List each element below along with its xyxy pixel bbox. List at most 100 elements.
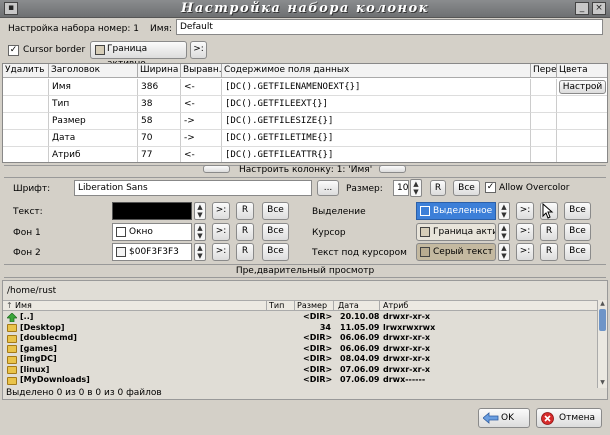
- content-cell[interactable]: [DC().GETFILESIZE{}]: [222, 113, 531, 130]
- text-color-dropdown[interactable]: ▲ ▼: [194, 202, 206, 220]
- scroll-up-icon[interactable]: ▲: [598, 300, 607, 308]
- list-item[interactable]: [linux] <DIR> 07.06.09 drwxr-xr-x: [3, 365, 597, 376]
- file-header-attr[interactable]: Атриб: [383, 301, 408, 311]
- bg1-color-select[interactable]: Окно: [112, 223, 192, 241]
- border-active-color-button[interactable]: Граница активно: [90, 41, 187, 69]
- selection-color-all-button[interactable]: Все: [564, 202, 591, 220]
- list-item[interactable]: [games] <DIR> 06.06.09 drwxr-xr-x: [3, 344, 597, 355]
- bg2-color-r-button[interactable]: R: [236, 243, 254, 261]
- cursor-color-r-button[interactable]: R: [540, 223, 558, 241]
- table-row[interactable]: Атриб 77 <- [DC().GETFILEATTR{}]: [3, 147, 607, 162]
- cursor-color-dropdown[interactable]: ▲ ▼: [498, 223, 510, 241]
- content-cell[interactable]: [DC().GETFILEEXT{}]: [222, 96, 531, 113]
- font-all-button[interactable]: Все: [453, 180, 480, 196]
- ok-button[interactable]: OK: [478, 408, 530, 428]
- cursor-text-color-arrow-button[interactable]: >:: [516, 243, 534, 261]
- delete-cell[interactable]: [3, 96, 49, 113]
- override-cell[interactable]: [531, 130, 557, 147]
- align-cell[interactable]: ->: [181, 130, 222, 147]
- delete-cell[interactable]: [3, 147, 49, 162]
- width-cell[interactable]: 38: [138, 96, 181, 113]
- width-cell[interactable]: 58: [138, 113, 181, 130]
- cursor-color-all-button[interactable]: Все: [564, 223, 591, 241]
- width-cell[interactable]: 77: [138, 147, 181, 162]
- table-row[interactable]: Дата 70 -> [DC().GETFILETIME{}]: [3, 130, 607, 147]
- cancel-button[interactable]: Отмена: [536, 408, 602, 428]
- list-item[interactable]: [imgDC] <DIR> 08.04.09 drwxr-xr-x: [3, 354, 597, 365]
- override-cell[interactable]: [531, 79, 557, 96]
- colors-cell[interactable]: [557, 96, 607, 113]
- cursor-text-color-all-button[interactable]: Все: [564, 243, 591, 261]
- bg2-color-select[interactable]: $00F3F3F3: [112, 243, 192, 261]
- bg1-color-arrow-button[interactable]: >:: [212, 223, 230, 241]
- file-header-size[interactable]: Размер: [297, 301, 327, 311]
- delete-cell[interactable]: [3, 79, 49, 96]
- colors-cell[interactable]: [557, 147, 607, 162]
- table-row[interactable]: Имя 386 <- [DC().GETFILENAMENOEXT{}] Нас…: [3, 79, 607, 96]
- content-cell[interactable]: [DC().GETFILEATTR{}]: [222, 147, 531, 162]
- bg2-color-dropdown[interactable]: ▲ ▼: [194, 243, 206, 261]
- width-cell[interactable]: 386: [138, 79, 181, 96]
- minimize-icon[interactable]: _: [575, 2, 589, 15]
- scroll-down-icon[interactable]: ▼: [598, 379, 607, 387]
- font-size-spinner[interactable]: ▲ ▼: [410, 179, 422, 197]
- content-cell[interactable]: [DC().GETFILENAMENOEXT{}]: [222, 79, 531, 96]
- column-settings-button[interactable]: Настрой: [559, 80, 606, 94]
- font-browse-button[interactable]: ...: [317, 180, 339, 196]
- delete-cell[interactable]: [3, 130, 49, 147]
- cursor-text-color-select[interactable]: Серый текст: [416, 243, 496, 261]
- vertical-scrollbar[interactable]: ▲ ▼: [597, 300, 607, 388]
- list-item[interactable]: [..] <DIR> 20.10.08 drwxr-xr-x: [3, 312, 597, 323]
- close-icon[interactable]: ×: [592, 2, 606, 15]
- file-header-date[interactable]: Дата: [338, 301, 359, 311]
- font-size-field[interactable]: 10: [393, 180, 409, 196]
- list-item[interactable]: [doublecmd] <DIR> 06.06.09 drwxr-xr-x: [3, 333, 597, 344]
- scroll-thumb[interactable]: [599, 309, 606, 331]
- font-field[interactable]: Liberation Sans: [74, 180, 312, 196]
- name-field[interactable]: Default: [176, 19, 603, 35]
- window-menu-icon[interactable]: ▪: [4, 2, 18, 15]
- bg2-color-arrow-button[interactable]: >:: [212, 243, 230, 261]
- selection-color-select[interactable]: Выделенное: [416, 202, 496, 220]
- bg2-color-all-button[interactable]: Все: [262, 243, 289, 261]
- width-cell[interactable]: 70: [138, 130, 181, 147]
- cursor-border-checkbox[interactable]: ✓: [8, 45, 19, 56]
- selection-color-arrow-button[interactable]: >:: [516, 202, 534, 220]
- file-header-type[interactable]: Тип: [269, 301, 284, 311]
- bg1-color-r-button[interactable]: R: [236, 223, 254, 241]
- table-row[interactable]: Размер 58 -> [DC().GETFILESIZE{}]: [3, 113, 607, 130]
- cursor-color-arrow-button[interactable]: >:: [516, 223, 534, 241]
- delete-cell[interactable]: [3, 113, 49, 130]
- title-cell[interactable]: Атриб: [49, 147, 138, 162]
- bg1-color-all-button[interactable]: Все: [262, 223, 289, 241]
- text-color-arrow-button[interactable]: >:: [212, 202, 230, 220]
- colors-cell[interactable]: [557, 130, 607, 147]
- text-color-all-button[interactable]: Все: [262, 202, 289, 220]
- title-cell[interactable]: Дата: [49, 130, 138, 147]
- table-row[interactable]: Тип 38 <- [DC().GETFILEEXT{}]: [3, 96, 607, 113]
- collapse-left-handle[interactable]: [203, 165, 230, 173]
- cursor-color-select[interactable]: Граница активно: [416, 223, 496, 241]
- title-cell[interactable]: Тип: [49, 96, 138, 113]
- file-header-name[interactable]: Имя: [15, 301, 32, 311]
- list-item[interactable]: [MyDownloads] <DIR> 07.06.09 drwx------: [3, 375, 597, 386]
- bg1-color-dropdown[interactable]: ▲ ▼: [194, 223, 206, 241]
- text-color-select[interactable]: [112, 202, 192, 220]
- align-cell[interactable]: ->: [181, 113, 222, 130]
- selection-color-dropdown[interactable]: ▲ ▼: [498, 202, 510, 220]
- allow-overcolor-checkbox[interactable]: ✓: [485, 182, 496, 193]
- list-item[interactable]: [Desktop] 34 11.05.09 lrwxrwxrwx: [3, 323, 597, 334]
- override-cell[interactable]: [531, 113, 557, 130]
- align-cell[interactable]: <-: [181, 147, 222, 162]
- align-cell[interactable]: <-: [181, 79, 222, 96]
- cursor-text-color-dropdown[interactable]: ▲ ▼: [498, 243, 510, 261]
- text-color-r-button[interactable]: R: [236, 202, 254, 220]
- font-r-button[interactable]: R: [430, 180, 446, 196]
- colors-cell[interactable]: [557, 113, 607, 130]
- override-cell[interactable]: [531, 96, 557, 113]
- title-cell[interactable]: Имя: [49, 79, 138, 96]
- align-cell[interactable]: <-: [181, 96, 222, 113]
- cursor-text-color-r-button[interactable]: R: [540, 243, 558, 261]
- border-arrow-button[interactable]: >:: [190, 41, 207, 59]
- content-cell[interactable]: [DC().GETFILETIME{}]: [222, 130, 531, 147]
